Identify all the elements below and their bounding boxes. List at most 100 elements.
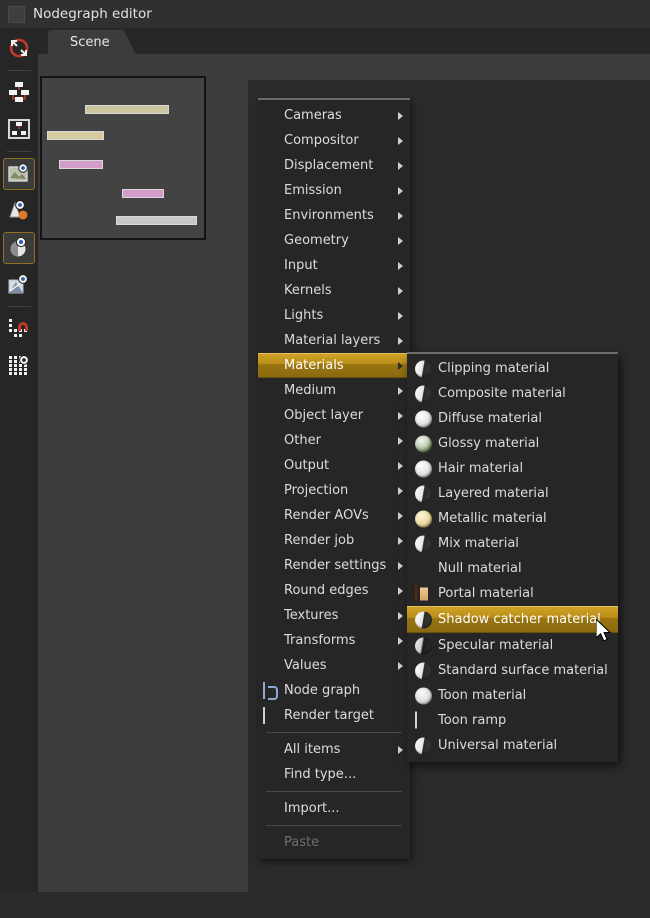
chevron-right-icon: [398, 636, 403, 645]
submenu-item-universal-material[interactable]: Universal material: [407, 733, 618, 758]
submenu-item-layered-material[interactable]: Layered material: [407, 481, 618, 506]
submenu-item-composite-material[interactable]: Composite material: [407, 381, 618, 406]
submenu-item-toon-material[interactable]: Toon material: [407, 683, 618, 708]
sphere-gold-icon: [415, 510, 432, 527]
menu-item-emission[interactable]: Emission: [258, 178, 410, 203]
menu-item-output[interactable]: Output: [258, 453, 410, 478]
menu-item-input[interactable]: Input: [258, 253, 410, 278]
menu-item-import[interactable]: Import...: [258, 796, 410, 821]
menu-item-label: Glossy material: [438, 436, 540, 451]
menu-item-render-aovs[interactable]: Render AOVs: [258, 503, 410, 528]
submenu-item-toon-ramp[interactable]: Toon ramp: [407, 708, 618, 733]
sphere-half-icon-glyph: [415, 385, 432, 402]
menu-item-label: Output: [284, 458, 330, 473]
submenu-item-diffuse-material[interactable]: Diffuse material: [407, 406, 618, 431]
menu-item-label: Null material: [438, 561, 522, 576]
toolbar-button-node-network[interactable]: [3, 77, 35, 109]
toolbar-button-texture-preview[interactable]: [3, 269, 35, 301]
menu-item-cameras[interactable]: Cameras: [258, 103, 410, 128]
menu-item-textures[interactable]: Textures: [258, 603, 410, 628]
toon-ramp-icon-glyph: [415, 711, 417, 728]
chevron-right-icon: [398, 661, 403, 670]
menu-item-material-layers[interactable]: Material layers: [258, 328, 410, 353]
toolbar-button-magnet-snap[interactable]: [3, 313, 35, 345]
submenu-item-shadow-catcher-material[interactable]: Shadow catcher material: [407, 606, 618, 633]
toon-ramp-icon: [415, 711, 432, 729]
material-preview-icon: [8, 199, 30, 224]
graph-node[interactable]: [122, 189, 164, 198]
chevron-right-icon: [398, 745, 403, 754]
menu-item-transforms[interactable]: Transforms: [258, 628, 410, 653]
menu-item-label: Material layers: [284, 333, 381, 348]
menu-item-find-type[interactable]: Find type...: [258, 762, 410, 787]
chevron-right-icon: [398, 511, 403, 520]
toolbar-button-sphere-preview[interactable]: [3, 232, 35, 264]
chevron-right-icon: [398, 136, 403, 145]
graph-preview-panel[interactable]: [40, 76, 206, 240]
menu-item-values[interactable]: Values: [258, 653, 410, 678]
menu-item-materials[interactable]: Materials: [258, 353, 410, 378]
menu-item-other[interactable]: Other: [258, 428, 410, 453]
toolbar-separator: [7, 306, 31, 307]
menu-item-label: Other: [284, 433, 321, 448]
toolbar-button-render-viewport[interactable]: [3, 158, 35, 190]
context-menu[interactable]: Cameras Compositor Displacement Emission Env…: [258, 98, 410, 859]
toolbar-separator: [7, 151, 31, 152]
tab-scene[interactable]: Scene: [48, 30, 136, 54]
chevron-right-icon: [398, 286, 403, 295]
toolbar-button-material-preview[interactable]: [3, 195, 35, 227]
graph-node[interactable]: [59, 160, 103, 169]
menu-item-label: Composite material: [438, 386, 566, 401]
chevron-right-icon: [398, 611, 403, 620]
menu-item-label: Find type...: [284, 767, 357, 782]
menu-item-all-items[interactable]: All items: [258, 737, 410, 762]
menu-item-label: Round edges: [284, 583, 369, 598]
graph-node[interactable]: [116, 216, 197, 225]
submenu-item-null-material[interactable]: Null material: [407, 556, 618, 581]
graph-node[interactable]: [47, 131, 104, 140]
sphere-glossy-icon-glyph: [415, 435, 432, 452]
toolbar-button-node-network-box[interactable]: [3, 114, 35, 146]
sphere-preview-icon: [8, 236, 30, 261]
menu-item-paste: Paste: [258, 830, 410, 855]
toolbar-button-grid-snap[interactable]: [3, 350, 35, 382]
nodegraph-icon-glyph: [263, 681, 265, 699]
magnet-snap-icon: [8, 317, 30, 342]
menu-item-render-target[interactable]: Render target: [258, 703, 410, 728]
materials-submenu[interactable]: Clipping material Composite material Diffu…: [407, 352, 618, 762]
menu-item-render-settings[interactable]: Render settings: [258, 553, 410, 578]
menu-item-compositor[interactable]: Compositor: [258, 128, 410, 153]
chevron-right-icon: [398, 486, 403, 495]
submenu-item-hair-material[interactable]: Hair material: [407, 456, 618, 481]
submenu-item-metallic-material[interactable]: Metallic material: [407, 506, 618, 531]
sphere-dark-icon: [415, 637, 432, 654]
node-network-box-icon: [8, 118, 30, 143]
submenu-item-clipping-material[interactable]: Clipping material: [407, 356, 618, 381]
graph-node[interactable]: [85, 105, 169, 114]
menu-item-round-edges[interactable]: Round edges: [258, 578, 410, 603]
menu-item-medium[interactable]: Medium: [258, 378, 410, 403]
menu-item-label: Portal material: [438, 586, 534, 601]
sphere-white-icon-glyph: [415, 460, 432, 477]
sphere-half-icon-glyph: [415, 611, 432, 628]
menu-item-geometry[interactable]: Geometry: [258, 228, 410, 253]
submenu-item-portal-material[interactable]: Portal material: [407, 581, 618, 606]
menu-item-object-layer[interactable]: Object layer: [258, 403, 410, 428]
chevron-right-icon: [398, 261, 403, 270]
menu-item-displacement[interactable]: Displacement: [258, 153, 410, 178]
menu-item-node-graph[interactable]: Node graph: [258, 678, 410, 703]
submenu-item-standard-surface-material[interactable]: Standard surface material: [407, 658, 618, 683]
submenu-item-specular-material[interactable]: Specular material: [407, 633, 618, 658]
toolbar-button-unfold-all[interactable]: [3, 33, 35, 65]
menu-item-label: Input: [284, 258, 318, 273]
submenu-item-mix-material[interactable]: Mix material: [407, 531, 618, 556]
menu-item-projection[interactable]: Projection: [258, 478, 410, 503]
menu-item-render-job[interactable]: Render job: [258, 528, 410, 553]
menu-item-lights[interactable]: Lights: [258, 303, 410, 328]
submenu-item-glossy-material[interactable]: Glossy material: [407, 431, 618, 456]
menu-item-kernels[interactable]: Kernels: [258, 278, 410, 303]
texture-preview-icon: [8, 273, 30, 298]
nodegraph-icon: [263, 681, 279, 699]
chevron-right-icon: [398, 586, 403, 595]
menu-item-environments[interactable]: Environments: [258, 203, 410, 228]
